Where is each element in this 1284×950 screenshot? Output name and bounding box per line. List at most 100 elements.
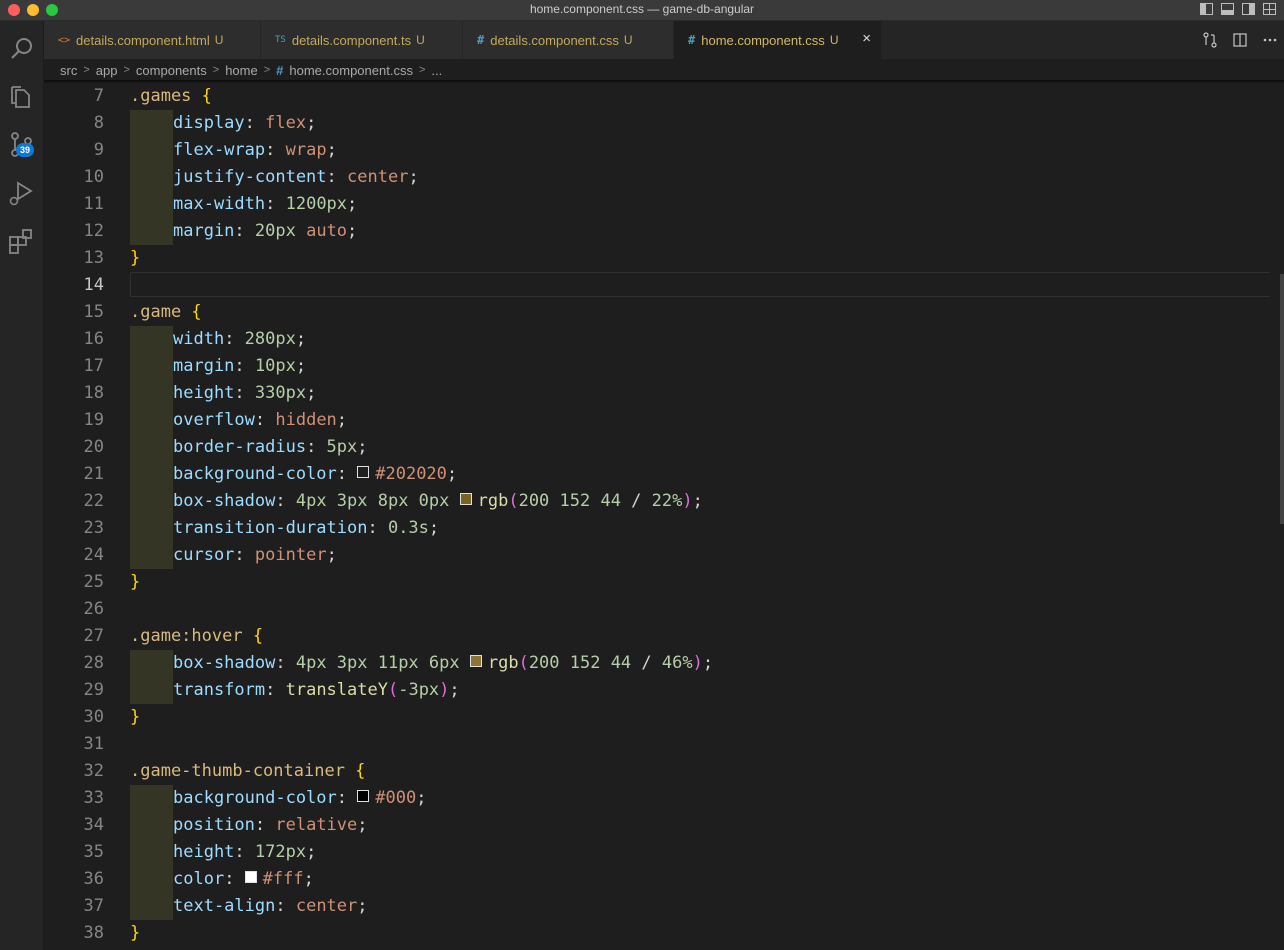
code-token: auto bbox=[306, 221, 348, 241]
code-line[interactable]: 24 cursor: pointer; bbox=[44, 542, 1284, 569]
toggle-secondary-sidebar-icon[interactable] bbox=[1242, 3, 1255, 15]
activity-explorer[interactable] bbox=[0, 73, 44, 117]
html-file-icon: <> bbox=[58, 34, 71, 46]
code-line[interactable]: 35 height: 172px; bbox=[44, 839, 1284, 866]
code-token: : bbox=[265, 194, 286, 214]
code-line[interactable]: 38} bbox=[44, 920, 1284, 947]
code-line[interactable]: 15 .game { bbox=[44, 299, 1284, 326]
line-number: 11 bbox=[83, 194, 104, 214]
code-token: ; bbox=[428, 518, 440, 538]
color-swatch[interactable] bbox=[459, 493, 472, 505]
code-line[interactable]: 23 transition-duration: 0.3s; bbox=[44, 515, 1284, 542]
split-editor-icon[interactable] bbox=[1232, 32, 1248, 48]
code-token: { bbox=[355, 761, 366, 781]
breadcrumb-item-symbols[interactable]: ... bbox=[431, 63, 442, 78]
color-swatch[interactable] bbox=[357, 466, 370, 478]
tab-label: details.component.ts bbox=[291, 32, 412, 48]
code-line[interactable]: 12 margin: 20px auto; bbox=[44, 218, 1284, 245]
code-token: ; bbox=[306, 842, 317, 862]
code-line[interactable]: 20 border-radius: 5px; bbox=[44, 434, 1284, 461]
explorer-icon bbox=[11, 86, 30, 108]
line-number: 30 bbox=[83, 707, 104, 727]
code-token: : bbox=[275, 896, 296, 916]
code-token: margin bbox=[173, 221, 235, 241]
code-line[interactable]: 26 bbox=[44, 596, 1284, 623]
toggle-panel-icon[interactable] bbox=[1221, 3, 1234, 15]
code-line[interactable]: 11 max-width: 1200px; bbox=[44, 191, 1284, 218]
breadcrumb-item-src[interactable]: src bbox=[60, 63, 77, 78]
code-line[interactable]: 29 transform: translateY(-3px); bbox=[44, 677, 1284, 704]
search-icon bbox=[11, 38, 32, 59]
close-tab-icon[interactable]: × bbox=[862, 31, 871, 47]
activity-extensions[interactable] bbox=[0, 217, 44, 261]
code-line[interactable]: 19 overflow: hidden; bbox=[44, 407, 1284, 434]
code-line[interactable]: 8 display: flex; bbox=[44, 110, 1284, 137]
code-line[interactable]: 34 position: relative; bbox=[44, 812, 1284, 839]
code-token: 200 152 44 bbox=[518, 491, 632, 511]
toggle-primary-sidebar-icon[interactable] bbox=[1200, 3, 1213, 15]
code-line[interactable]: 22 box-shadow: 4px 3px 8px 0px rgb(200 15… bbox=[44, 488, 1284, 515]
activity-search[interactable] bbox=[0, 25, 44, 69]
code-line[interactable]: 28 box-shadow: 4px 3px 11px 6px rgb(200 1… bbox=[44, 650, 1284, 677]
code-line[interactable]: 16 width: 280px; bbox=[44, 326, 1284, 353]
code-token: ; bbox=[357, 815, 368, 835]
code-token: ; bbox=[306, 113, 317, 133]
code-token: ) bbox=[439, 680, 450, 700]
more-actions-icon[interactable] bbox=[1262, 32, 1278, 48]
code-token: ; bbox=[357, 437, 368, 457]
code-text: margin: 10px; bbox=[173, 353, 306, 380]
code-line[interactable]: 33 background-color: #000; bbox=[44, 785, 1284, 812]
color-swatch[interactable] bbox=[244, 871, 257, 883]
code-token: position bbox=[173, 815, 255, 835]
code-line[interactable]: 17 margin: 10px; bbox=[44, 353, 1284, 380]
code-line[interactable]: 27 .game:hover { bbox=[44, 623, 1284, 650]
code-token: : bbox=[234, 221, 255, 241]
code-line[interactable]: 10 justify-content: center; bbox=[44, 164, 1284, 191]
code-line[interactable]: 36 color: #fff; bbox=[44, 866, 1284, 893]
line-number: 23 bbox=[83, 518, 104, 538]
tab-details-component-html[interactable]: <> details.component.html U bbox=[44, 21, 261, 59]
editor-scrollbar[interactable] bbox=[1270, 84, 1284, 950]
code-line[interactable]: 30} bbox=[44, 704, 1284, 731]
code-text: box-shadow: 4px 3px 8px 0px rgb(200 152 … bbox=[173, 488, 703, 515]
breadcrumb-item-file[interactable]: home.component.css bbox=[289, 63, 413, 78]
activity-run-debug[interactable] bbox=[0, 169, 44, 213]
tab-home-component-css[interactable]: # home.component.css U × bbox=[674, 21, 882, 59]
code-line[interactable]: 7 .games { bbox=[44, 84, 1284, 110]
tab-details-component-ts[interactable]: TS details.component.ts U bbox=[261, 21, 463, 59]
code-token: ; bbox=[326, 140, 337, 160]
tab-label: details.component.html bbox=[76, 32, 210, 48]
code-token: overflow bbox=[173, 410, 255, 430]
code-line[interactable]: 13} bbox=[44, 245, 1284, 272]
code-token: wrap bbox=[285, 140, 327, 160]
color-swatch[interactable] bbox=[357, 790, 370, 802]
code-line[interactable]: 21 background-color: #202020; bbox=[44, 461, 1284, 488]
code-line[interactable]: 25} bbox=[44, 569, 1284, 596]
code-line[interactable]: 14 bbox=[44, 272, 1284, 299]
line-number: 7 bbox=[93, 86, 104, 106]
breadcrumb-item-app[interactable]: app bbox=[96, 63, 118, 78]
breadcrumb-item-home[interactable]: home bbox=[225, 63, 258, 78]
customize-layout-icon[interactable] bbox=[1263, 3, 1276, 15]
color-swatch[interactable] bbox=[469, 655, 482, 667]
scrollbar-thumb[interactable] bbox=[1280, 274, 1284, 524]
code-line[interactable]: 37 text-align: center; bbox=[44, 893, 1284, 920]
code-line[interactable]: 9 flex-wrap: wrap; bbox=[44, 137, 1284, 164]
code-line[interactable]: 32 .game-thumb-container { bbox=[44, 758, 1284, 785]
code-token: / bbox=[641, 653, 662, 673]
line-number: 13 bbox=[83, 248, 104, 268]
code-token: center bbox=[295, 896, 358, 916]
code-editor[interactable]: 7 .games {8 display: flex; 9 flex-wrap: wrap… bbox=[44, 84, 1284, 950]
code-text: cursor: pointer; bbox=[173, 542, 337, 569]
code-token: } bbox=[130, 707, 141, 727]
code-text: text-align: center; bbox=[173, 893, 368, 920]
tab-details-component-css[interactable]: # details.component.css U bbox=[463, 21, 674, 59]
activity-source-control[interactable]: 39 bbox=[0, 121, 44, 165]
indent-guide bbox=[130, 650, 173, 677]
breadcrumb-item-components[interactable]: components bbox=[136, 63, 207, 78]
code-line[interactable]: 31 bbox=[44, 731, 1284, 758]
code-token: width bbox=[173, 329, 225, 349]
code-line[interactable]: 18 height: 330px; bbox=[44, 380, 1284, 407]
open-changes-icon[interactable] bbox=[1202, 32, 1218, 48]
code-text: position: relative; bbox=[173, 812, 368, 839]
